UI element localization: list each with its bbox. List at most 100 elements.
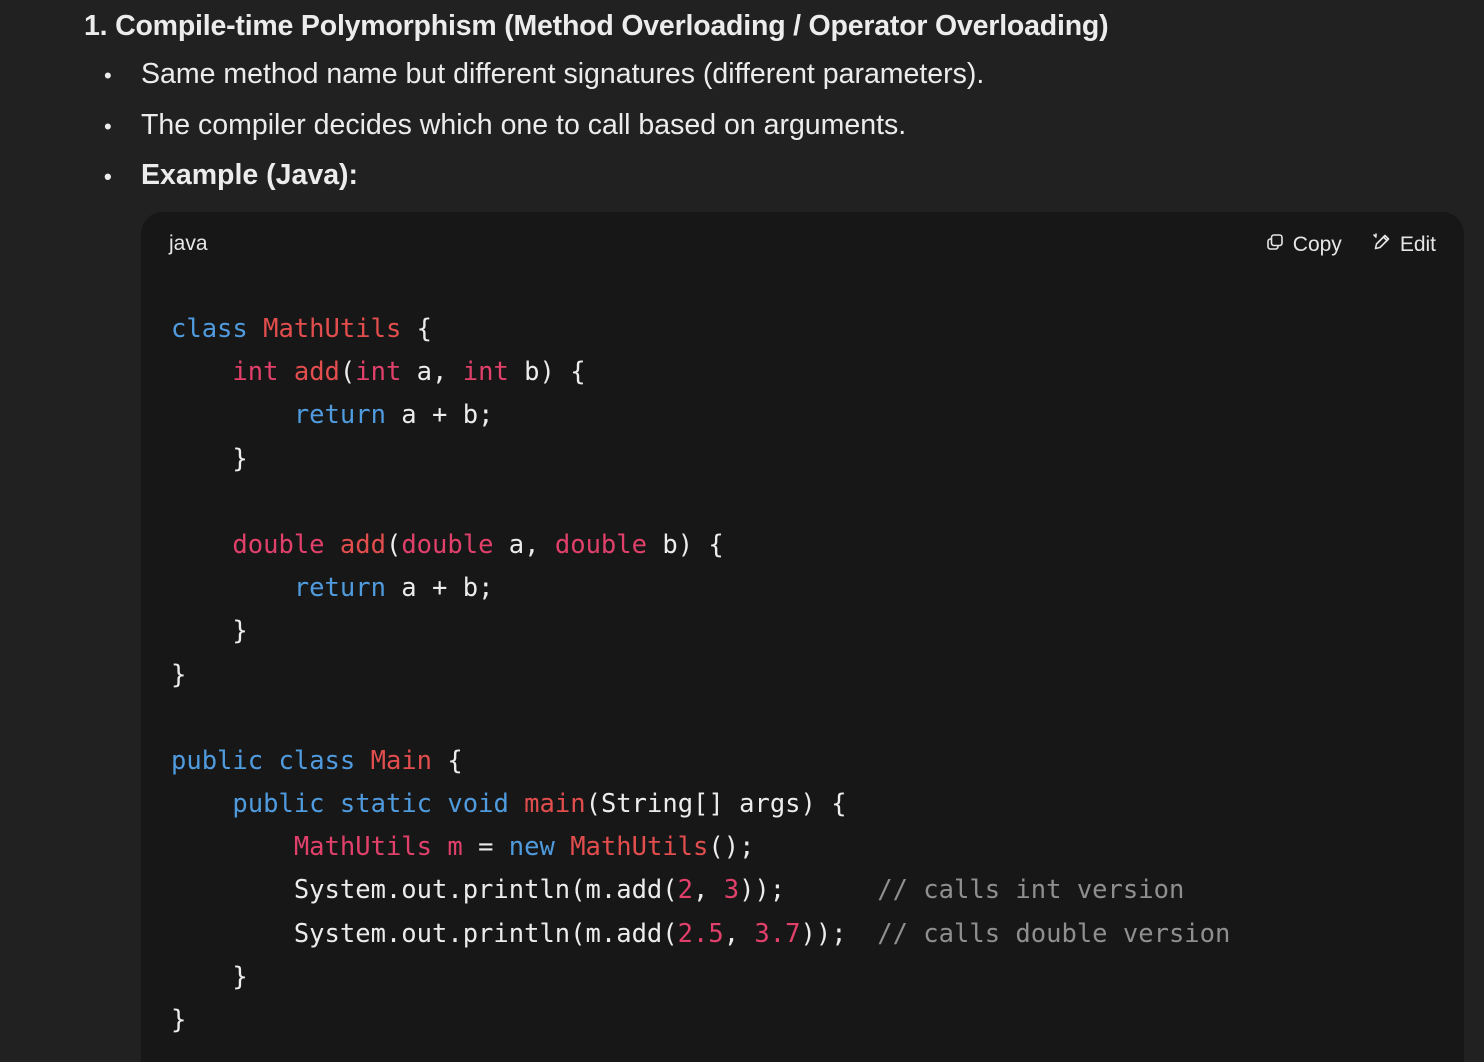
code-token: } <box>171 443 248 474</box>
code-line: public class Main { <box>171 740 1230 783</box>
code-token: // calls int version <box>877 875 1185 906</box>
code-token: , <box>693 875 724 906</box>
code-line: public static void main(String[] args) { <box>171 783 1230 826</box>
code-line: System.out.println(m.add(2.5, 3.7)); // … <box>171 913 1231 956</box>
code-token: void <box>447 789 509 820</box>
code-token: 2 <box>677 875 693 906</box>
code-token: ( <box>339 357 356 388</box>
code-language-label: java <box>169 232 208 255</box>
code-token: double <box>232 529 325 560</box>
code-token: System.out.println(m.add( <box>171 918 678 949</box>
code-token: b) { <box>508 357 586 388</box>
code-token: int <box>355 357 402 388</box>
code-token: MathUtils <box>263 314 402 344</box>
code-token: static <box>339 789 433 820</box>
bullet-dot: • <box>104 164 112 189</box>
code-line: System.out.println(m.add(2, 3)); // call… <box>171 869 1230 912</box>
copy-label: Copy <box>1292 233 1342 256</box>
code-token: } <box>171 1005 187 1035</box>
section-heading: 1. Compile-time Polymorphism (Method Ove… <box>84 10 1109 42</box>
code-token: int <box>232 357 279 388</box>
code-content: class MathUtils { int add(int a, int b) … <box>171 308 1230 1042</box>
code-line: } <box>171 956 1230 999</box>
code-line: } <box>171 654 1230 697</box>
code-line: } <box>171 610 1230 653</box>
code-token: a, <box>493 529 555 560</box>
code-token: System.out.println(m.add( <box>171 875 678 906</box>
edit-label: Edit <box>1399 233 1436 256</box>
bullet-item: • Same method name but different signatur… <box>104 54 984 96</box>
code-token: } <box>171 659 187 690</box>
code-token: } <box>171 616 248 647</box>
code-token: } <box>171 961 248 992</box>
code-token: class <box>278 745 356 776</box>
code-token: return <box>293 573 386 604</box>
code-actions: Copy Edit <box>1265 232 1436 258</box>
bullet-item: • Example (Java): <box>104 155 358 197</box>
code-token: ( <box>385 529 402 560</box>
code-token: return <box>293 400 386 431</box>
code-block: java Copy Edit class MathUtils { int add… <box>141 212 1464 1062</box>
code-token: double <box>554 529 647 560</box>
code-token: class <box>171 314 248 344</box>
bullet-item: • The compiler decides which one to call … <box>104 105 906 147</box>
bullet-text: The compiler decides which one to call b… <box>141 109 907 141</box>
bullet-dot: • <box>104 63 112 88</box>
code-token: MathUtils <box>293 832 432 863</box>
code-token: main <box>524 789 586 820</box>
code-token: add <box>339 529 386 560</box>
code-token: add <box>293 357 340 388</box>
code-line: } <box>171 999 1230 1042</box>
code-line: } <box>171 438 1230 481</box>
code-line: MathUtils m = new MathUtils(); <box>171 826 1230 869</box>
code-token: 3 <box>723 875 740 906</box>
code-token: (); <box>708 832 755 863</box>
code-token: new <box>508 832 555 863</box>
code-token: a, <box>401 357 463 388</box>
code-token: public <box>171 745 264 776</box>
code-token: public <box>232 789 325 820</box>
code-token: , <box>723 918 755 949</box>
copy-icon <box>1265 232 1285 258</box>
code-token: (String[] args) { <box>585 789 847 820</box>
bullet-text: Same method name but different signature… <box>141 58 985 90</box>
pencil-icon <box>1372 232 1392 258</box>
code-token: // calls double version <box>877 918 1231 949</box>
code-token: a + b; <box>385 573 494 604</box>
code-token: Main <box>370 745 433 776</box>
code-token: MathUtils <box>570 832 709 863</box>
code-token: a + b; <box>385 400 494 431</box>
code-line: return a + b; <box>171 394 1230 437</box>
bullet-text: Example (Java): <box>141 159 359 191</box>
code-token: )); <box>800 918 878 949</box>
edit-button[interactable]: Edit <box>1372 232 1436 258</box>
code-token: b) { <box>647 529 724 560</box>
code-token: 3.7 <box>754 918 801 949</box>
code-line: int add(int a, int b) { <box>171 351 1230 394</box>
code-token: )); <box>739 875 878 906</box>
code-token: double <box>401 529 494 560</box>
code-line: return a + b; <box>171 567 1230 610</box>
code-token: int <box>462 357 509 388</box>
code-token: 2.5 <box>677 918 724 949</box>
code-token: { <box>432 745 463 776</box>
bullet-dot: • <box>104 114 112 139</box>
copy-button[interactable]: Copy <box>1265 232 1342 258</box>
